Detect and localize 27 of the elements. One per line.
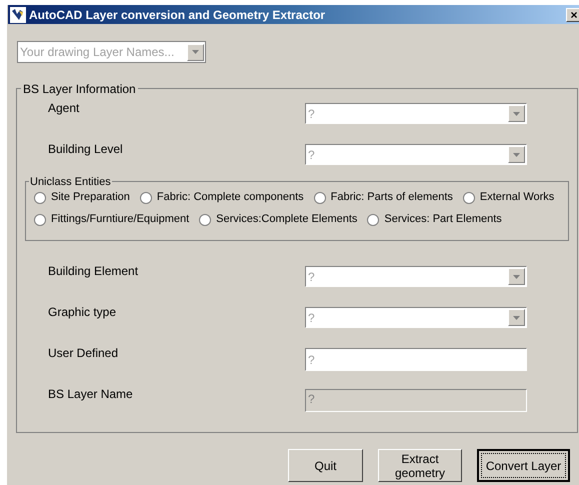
dialog-button[interactable]: Convert Layer bbox=[477, 449, 570, 482]
field-label: Graphic type bbox=[48, 304, 118, 321]
window-title: AutoCAD Layer conversion and Geometry Extractor bbox=[29, 6, 326, 24]
dialog-button[interactable]: Quit bbox=[288, 449, 363, 482]
radio-option[interactable]: Site Preparation bbox=[34, 190, 130, 205]
radio-button[interactable] bbox=[140, 192, 152, 204]
output-field: ? bbox=[305, 389, 527, 412]
radio-option[interactable]: Services:Complete Elements bbox=[199, 212, 358, 227]
field-label: User Defined bbox=[48, 345, 120, 362]
app-icon bbox=[10, 6, 26, 22]
field-label: Agent bbox=[48, 100, 80, 117]
field-label: Building Element bbox=[48, 263, 140, 280]
radio-button[interactable] bbox=[314, 192, 326, 204]
dialog-button[interactable]: Extract geometry bbox=[378, 449, 462, 482]
radio-option[interactable]: Fittings/Furntiure/Equipment bbox=[34, 212, 190, 227]
radio-button[interactable] bbox=[34, 214, 46, 226]
radio-button[interactable] bbox=[462, 192, 475, 204]
radio-option[interactable]: Fabric: Complete components bbox=[140, 190, 304, 205]
radio-button[interactable] bbox=[34, 192, 46, 204]
radio-option[interactable]: Fabric: Parts of elements bbox=[314, 190, 453, 205]
field-label: BS Layer Name bbox=[48, 386, 134, 403]
radio-option[interactable]: Services: Part Elements bbox=[367, 212, 502, 227]
field-label: Building Level bbox=[48, 141, 124, 158]
close-button[interactable]: × bbox=[566, 8, 579, 22]
radio-option[interactable]: External Works bbox=[462, 190, 554, 205]
radio-button[interactable] bbox=[367, 214, 380, 226]
radio-button[interactable] bbox=[199, 214, 212, 226]
